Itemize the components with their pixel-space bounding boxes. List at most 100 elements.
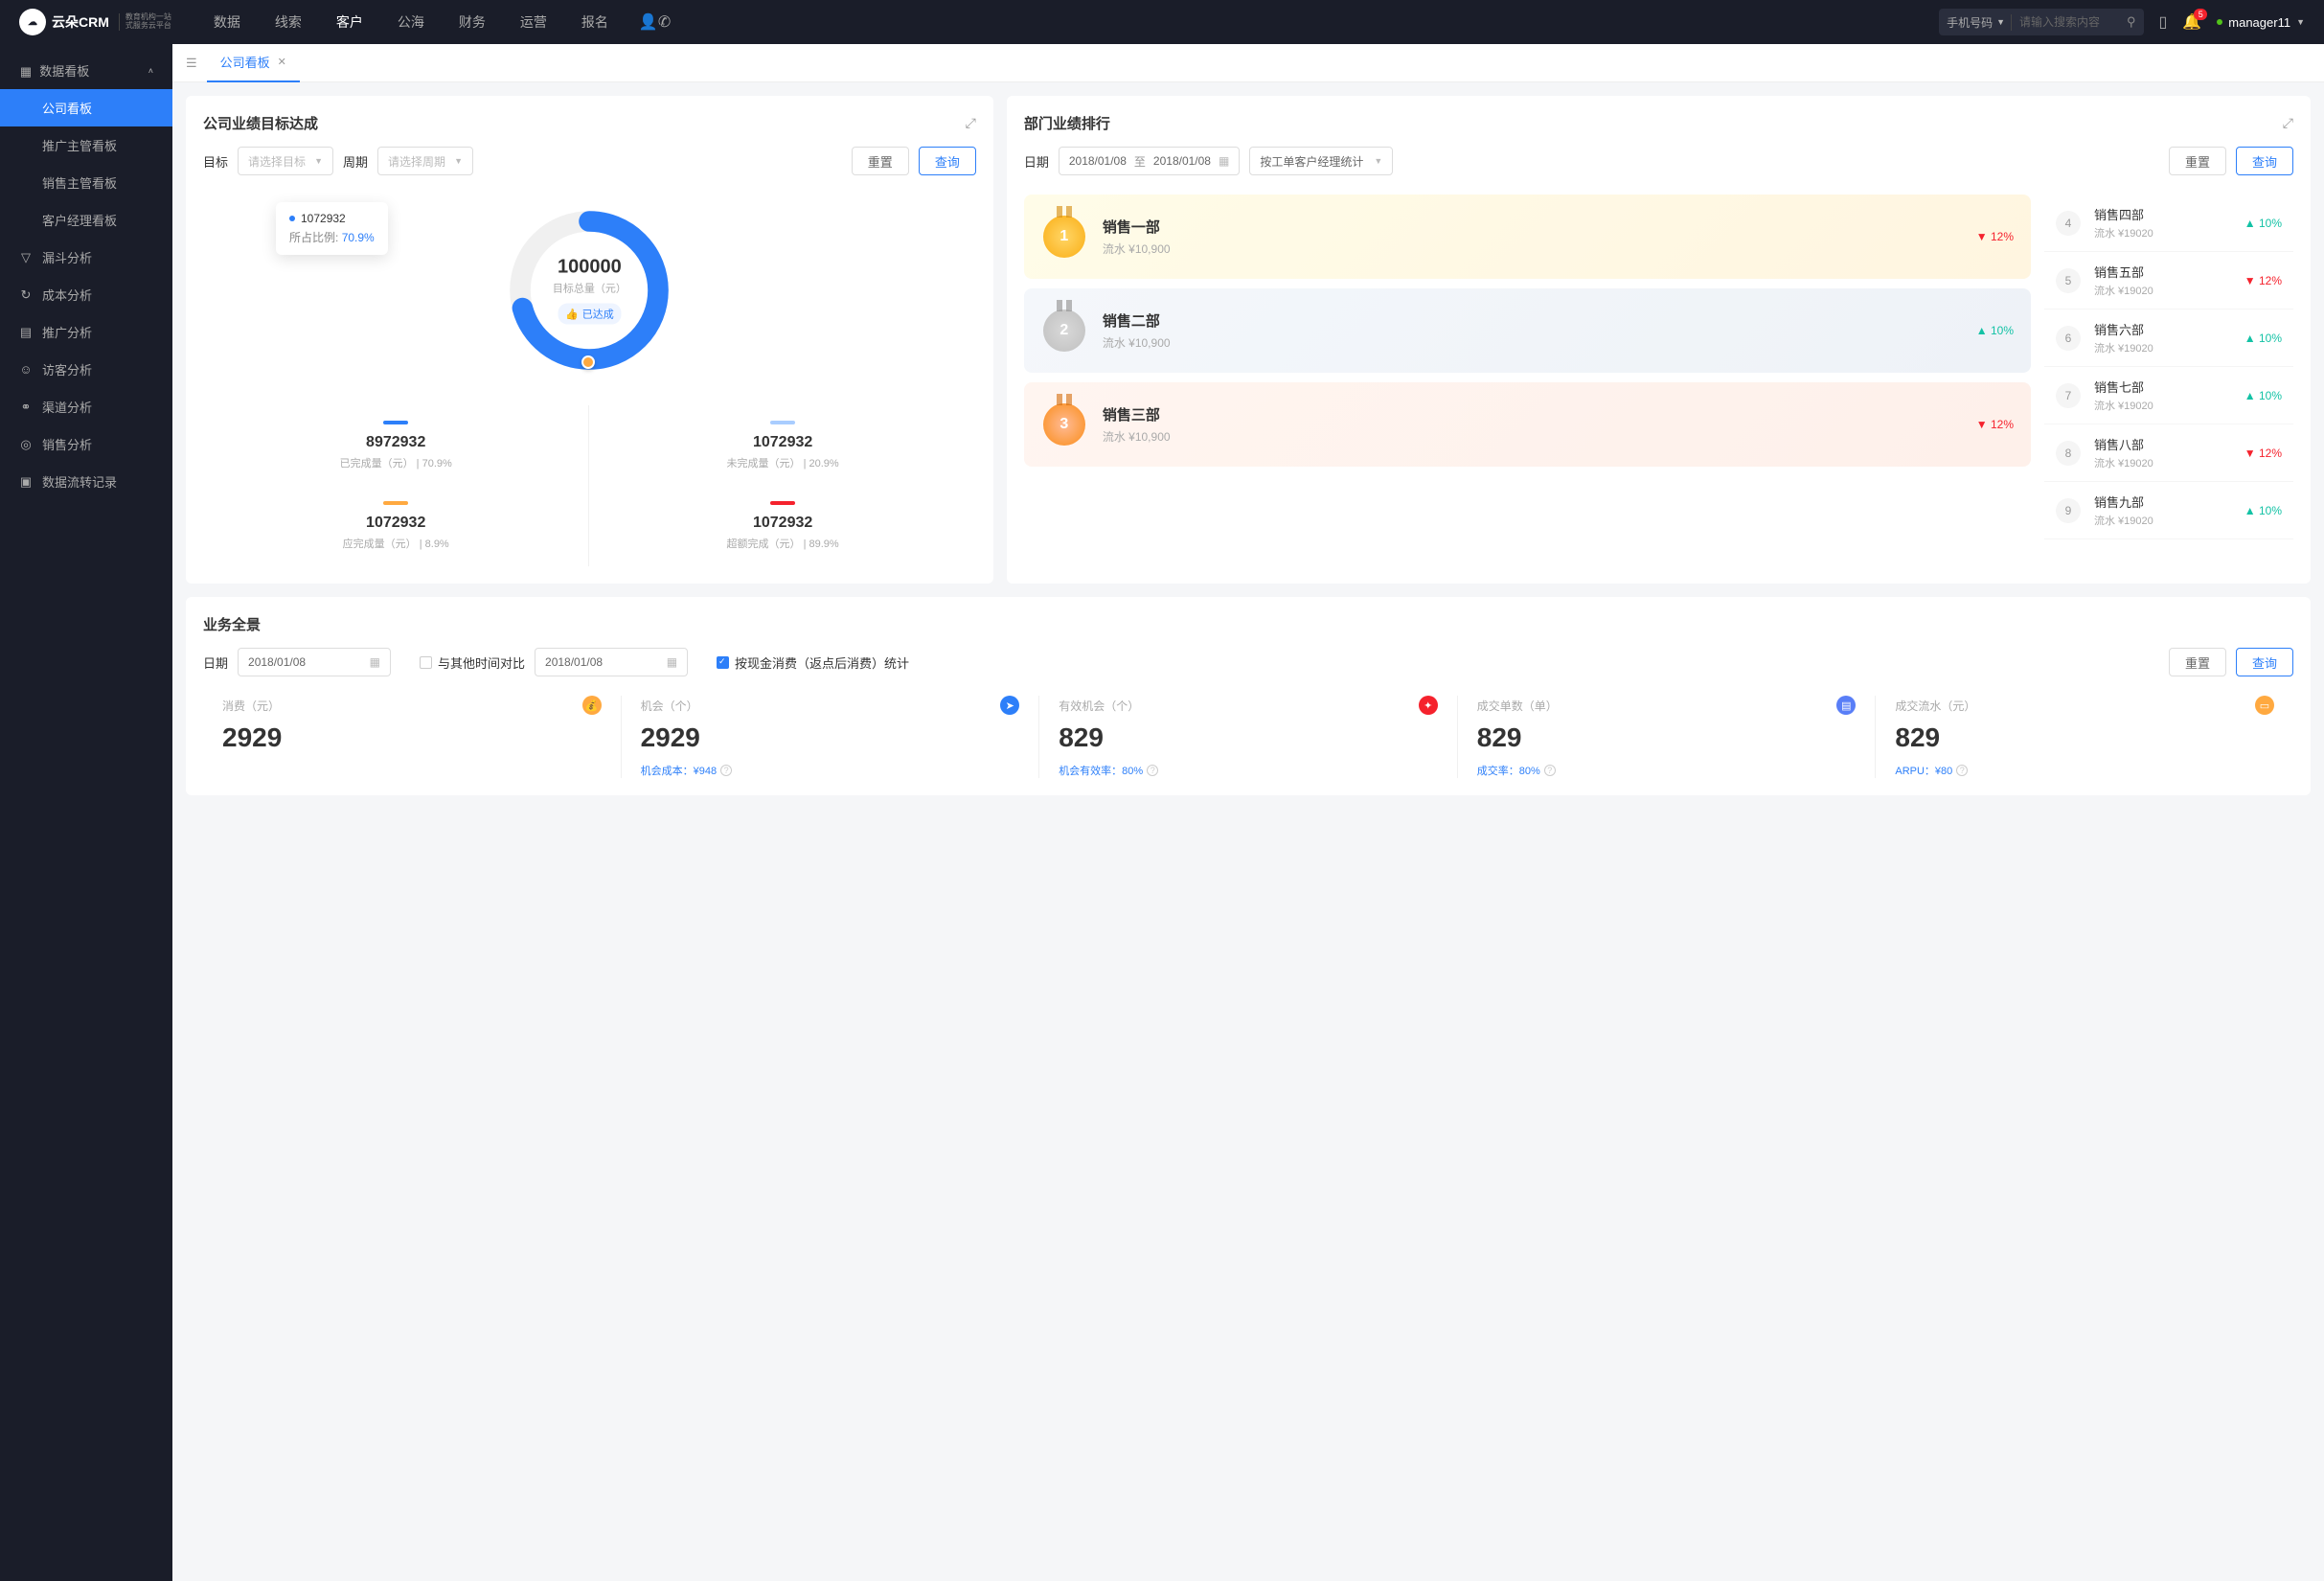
nav-item[interactable]: 数据 xyxy=(210,12,244,32)
chevron-up-icon: ˄ xyxy=(148,66,153,76)
sidebar-item[interactable]: ☺访客分析 xyxy=(0,351,172,388)
mobile-icon[interactable]: ▯ xyxy=(2159,12,2168,32)
sidebar-icon: ▽ xyxy=(19,250,33,265)
calendar-icon: ▦ xyxy=(1219,154,1229,168)
medal-icon: 1 xyxy=(1041,214,1087,260)
sidebar-icon: ☺ xyxy=(19,362,33,377)
date-label: 日期 xyxy=(1024,152,1049,171)
expand-icon[interactable]: ⤢ xyxy=(966,115,976,131)
sidebar-icon: ↻ xyxy=(19,287,33,303)
period-select[interactable]: 请选择周期▼ xyxy=(377,147,473,175)
reset-button[interactable]: 重置 xyxy=(852,147,909,175)
expand-icon[interactable]: ⤢ xyxy=(2283,115,2293,131)
query-button[interactable]: 查询 xyxy=(2236,648,2293,676)
donut-chart: 100000 目标总量（元） 👍已达成 xyxy=(503,204,675,377)
reset-button[interactable]: 重置 xyxy=(2169,147,2226,175)
nav-item[interactable]: 运营 xyxy=(516,12,551,32)
calendar-icon: ▦ xyxy=(370,655,380,669)
sidebar-item[interactable]: ↻成本分析 xyxy=(0,276,172,313)
search-type-select[interactable]: 手机号码▼ xyxy=(1947,14,2012,31)
cash-checkbox[interactable]: 按现金消费（返点后消费）统计 xyxy=(717,653,909,672)
main-content: ☰ 公司看板 ✕ 公司业绩目标达成 ⤢ 目标 请选择目标▼ 周期 xyxy=(172,44,2324,1581)
overview-cell: 成交流水（元）▭829ARPU：¥80 ? xyxy=(1876,696,2293,778)
chart-tooltip: 1072932 所占比例: 70.9% xyxy=(276,202,388,255)
status-dot xyxy=(2217,19,2222,25)
date-label: 日期 xyxy=(203,653,228,672)
search-input[interactable] xyxy=(2012,15,2127,29)
sidebar-icon: ▣ xyxy=(19,474,33,490)
sidebar-icon: ▤ xyxy=(19,325,33,340)
query-button[interactable]: 查询 xyxy=(2236,147,2293,175)
target-select[interactable]: 请选择目标▼ xyxy=(238,147,333,175)
rank-row[interactable]: 9销售九部流水 ¥19020▲ 10% xyxy=(2044,482,2293,539)
search-box: 手机号码▼ ⚲ xyxy=(1939,9,2143,35)
rank-row[interactable]: 4销售四部流水 ¥19020▲ 10% xyxy=(2044,195,2293,252)
search-icon[interactable]: ⚲ xyxy=(2127,14,2136,30)
stat-cell: 1072932应完成量（元） | 8.9% xyxy=(203,486,589,566)
sidebar-item[interactable]: ▤推广分析 xyxy=(0,313,172,351)
sidebar-group-dashboard[interactable]: ▦ 数据看板 ˄ xyxy=(0,52,172,89)
user-menu[interactable]: manager11 ▼ xyxy=(2217,15,2305,30)
cloud-icon: ☁ xyxy=(19,9,46,35)
nav-item[interactable]: 报名 xyxy=(578,12,612,32)
rank-top-card[interactable]: 1销售一部流水 ¥10,900▼ 12% xyxy=(1024,195,2031,279)
sidebar-item[interactable]: ▽漏斗分析 xyxy=(0,239,172,276)
sidebar-icon: ◎ xyxy=(19,437,33,452)
tab-company-board[interactable]: 公司看板 ✕ xyxy=(207,44,300,82)
top-nav: ☁ 云朵CRM 教育机构一站式服务云平台 数据线索客户公海财务运营报名 👤 ✆ … xyxy=(0,0,2324,44)
nav-item[interactable]: 公海 xyxy=(394,12,428,32)
help-icon[interactable]: ? xyxy=(1147,765,1158,776)
close-icon[interactable]: ✕ xyxy=(278,56,286,68)
help-icon[interactable]: ? xyxy=(1544,765,1556,776)
reset-button[interactable]: 重置 xyxy=(2169,648,2226,676)
stat-cell: 8972932已完成量（元） | 70.9% xyxy=(203,405,589,486)
rank-row[interactable]: 5销售五部流水 ¥19020▼ 12% xyxy=(2044,252,2293,309)
groupby-select[interactable]: 按工单客户经理统计▼ xyxy=(1249,147,1393,175)
compare-checkbox[interactable]: 与其他时间对比 xyxy=(420,653,525,672)
brand-sub: 教育机构一站式服务云平台 xyxy=(119,13,171,31)
rank-row[interactable]: 6销售六部流水 ¥19020▲ 10% xyxy=(2044,309,2293,367)
stat-cell: 1072932未完成量（元） | 20.9% xyxy=(589,405,975,486)
logo[interactable]: ☁ 云朵CRM 教育机构一站式服务云平台 xyxy=(19,9,171,35)
phone-icon[interactable]: ✆ xyxy=(658,12,671,32)
target-card: 公司业绩目标达成 ⤢ 目标 请选择目标▼ 周期 请选择周期▼ 重置 查询 xyxy=(186,96,993,584)
sidebar-item[interactable]: ◎销售分析 xyxy=(0,425,172,463)
nav-item[interactable]: 财务 xyxy=(455,12,490,32)
rank-card: 部门业绩排行 ⤢ 日期 2018/01/08 至 2018/01/08 ▦ 按工… xyxy=(1007,96,2311,584)
rank-row[interactable]: 7销售七部流水 ¥19020▲ 10% xyxy=(2044,367,2293,424)
metric-icon: ✦ xyxy=(1419,696,1438,715)
user-icon[interactable]: 👤 xyxy=(639,12,658,32)
overview-cell: 机会（个）➤2929机会成本：¥948 ? xyxy=(622,696,1040,778)
stat-cell: 1072932超额完成（元） | 89.9% xyxy=(589,486,975,566)
overview-card: 业务全景 日期 2018/01/08▦ 与其他时间对比 2018/01/08▦ … xyxy=(186,597,2311,795)
sidebar-sub-item[interactable]: 销售主管看板 xyxy=(0,164,172,201)
date-range[interactable]: 2018/01/08 至 2018/01/08 ▦ xyxy=(1059,147,1240,175)
sidebar-item[interactable]: ⚭渠道分析 xyxy=(0,388,172,425)
sidebar: ▦ 数据看板 ˄ 公司看板推广主管看板销售主管看板客户经理看板 ▽漏斗分析↻成本… xyxy=(0,44,172,1581)
overview-cell: 有效机会（个）✦829机会有效率：80% ? xyxy=(1039,696,1458,778)
notif-badge: 5 xyxy=(2194,9,2207,20)
rank-row[interactable]: 8销售八部流水 ¥19020▼ 12% xyxy=(2044,424,2293,482)
help-icon[interactable]: ? xyxy=(720,765,732,776)
nav-item[interactable]: 线索 xyxy=(271,12,306,32)
date2-input[interactable]: 2018/01/08▦ xyxy=(535,648,688,676)
bell-icon[interactable]: 🔔5 xyxy=(2182,12,2201,32)
achieved-badge: 👍已达成 xyxy=(558,304,622,325)
query-button[interactable]: 查询 xyxy=(919,147,976,175)
sidebar-icon: ⚭ xyxy=(19,400,33,415)
overview-cell: 消费（元）💰2929 xyxy=(203,696,622,778)
sidebar-item[interactable]: ▣数据流转记录 xyxy=(0,463,172,500)
rank-top-card[interactable]: 3销售三部流水 ¥10,900▼ 12% xyxy=(1024,382,2031,467)
tabs-menu-icon[interactable]: ☰ xyxy=(186,56,197,71)
overview-cell: 成交单数（单）▤829成交率：80% ? xyxy=(1458,696,1877,778)
sidebar-sub-item[interactable]: 推广主管看板 xyxy=(0,126,172,164)
sidebar-sub-item[interactable]: 公司看板 xyxy=(0,89,172,126)
rank-top-card[interactable]: 2销售二部流水 ¥10,900▲ 10% xyxy=(1024,288,2031,373)
date1-input[interactable]: 2018/01/08▦ xyxy=(238,648,391,676)
sidebar-sub-item[interactable]: 客户经理看板 xyxy=(0,201,172,239)
help-icon[interactable]: ? xyxy=(1956,765,1968,776)
dashboard-icon: ▦ xyxy=(19,64,33,80)
overview-title: 业务全景 xyxy=(203,614,2293,634)
target-title: 公司业绩目标达成 xyxy=(203,113,318,133)
nav-item[interactable]: 客户 xyxy=(332,12,367,32)
